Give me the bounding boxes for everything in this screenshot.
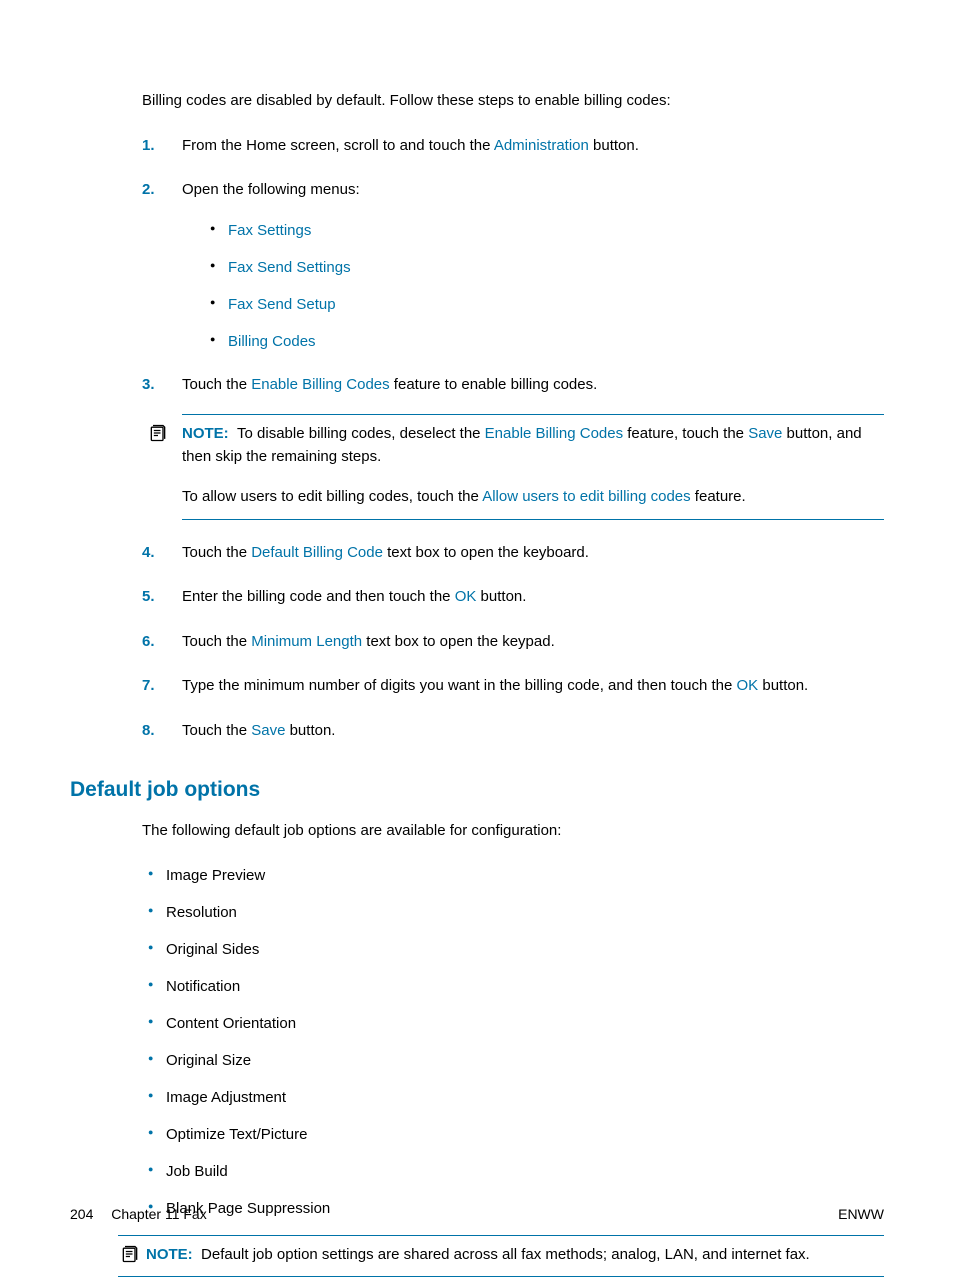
chapter-label: Chapter 11 Fax	[111, 1206, 206, 1222]
page-footer: 204 Chapter 11 Fax ENWW	[70, 1206, 884, 1222]
step-7: 7. Type the minimum number of digits you…	[142, 675, 884, 698]
step-num: 3.	[142, 374, 155, 397]
note-line: NOTE: Default job option settings are sh…	[118, 1244, 884, 1267]
menu-item: Billing Codes	[210, 331, 884, 352]
menu-item: Fax Send Settings	[210, 257, 884, 278]
menu-item: Fax Send Setup	[210, 294, 884, 315]
step-num: 8.	[142, 720, 155, 743]
job-options-list: Image Preview Resolution Original Sides …	[142, 865, 884, 1219]
step-3: 3. Touch the Enable Billing Codes featur…	[142, 374, 884, 520]
link-enable-billing-codes: Enable Billing Codes	[251, 376, 389, 393]
list-item: Resolution	[148, 902, 884, 923]
step-text: Touch the Enable Billing Codes feature t…	[182, 376, 597, 393]
step-num: 1.	[142, 135, 155, 158]
link-administration: Administration	[494, 137, 589, 154]
note-box-1: NOTE: To disable billing codes, deselect…	[182, 414, 884, 520]
intro-text: Billing codes are disabled by default. F…	[142, 90, 884, 113]
step-num: 4.	[142, 542, 155, 565]
list-item: Original Size	[148, 1050, 884, 1071]
list-item: Original Sides	[148, 939, 884, 960]
steps-list: 1. From the Home screen, scroll to and t…	[142, 135, 884, 743]
footer-right: ENWW	[838, 1206, 884, 1222]
step-2: 2. Open the following menus: Fax Setting…	[142, 179, 884, 352]
step-text: From the Home screen, scroll to and touc…	[182, 137, 639, 154]
list-item: Job Build	[148, 1161, 884, 1182]
step-5: 5. Enter the billing code and then touch…	[142, 586, 884, 609]
step-text: Touch the Default Billing Code text box …	[182, 544, 589, 561]
step-num: 7.	[142, 675, 155, 698]
step-text: Touch the Minimum Length text box to ope…	[182, 633, 555, 650]
step-num: 6.	[142, 631, 155, 654]
step-num: 2.	[142, 179, 155, 202]
note-box-2: NOTE: Default job option settings are sh…	[118, 1235, 884, 1277]
step-text: Open the following menus:	[182, 181, 360, 198]
menu-item: Fax Settings	[210, 220, 884, 241]
note-icon	[120, 1244, 140, 1269]
list-item: Content Orientation	[148, 1013, 884, 1034]
step-text: Enter the billing code and then touch th…	[182, 588, 526, 605]
step-num: 5.	[142, 586, 155, 609]
step-2-menu-list: Fax Settings Fax Send Settings Fax Send …	[182, 220, 884, 352]
list-item: Notification	[148, 976, 884, 997]
note-icon	[148, 423, 168, 451]
note-line-2: To allow users to edit billing codes, to…	[182, 486, 884, 509]
step-text: Type the minimum number of digits you wa…	[182, 677, 808, 694]
list-item: Image Preview	[148, 865, 884, 886]
list-item: Image Adjustment	[148, 1087, 884, 1108]
section2-intro: The following default job options are av…	[142, 820, 884, 843]
section-heading-default-job-options: Default job options	[70, 778, 884, 802]
step-4: 4. Touch the Default Billing Code text b…	[142, 542, 884, 565]
step-8: 8. Touch the Save button.	[142, 720, 884, 743]
step-1: 1. From the Home screen, scroll to and t…	[142, 135, 884, 158]
note-line-1: NOTE: To disable billing codes, deselect…	[182, 423, 884, 468]
step-text: Touch the Save button.	[182, 722, 335, 739]
list-item: Optimize Text/Picture	[148, 1124, 884, 1145]
step-6: 6. Touch the Minimum Length text box to …	[142, 631, 884, 654]
page-number: 204	[70, 1206, 93, 1222]
